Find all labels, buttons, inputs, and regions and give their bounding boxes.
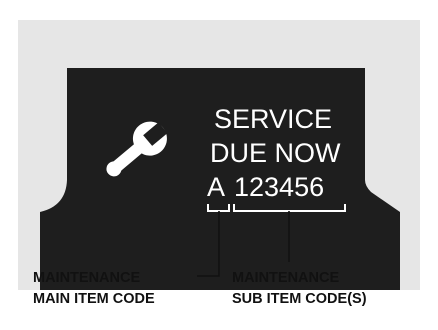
display-service-text: SERVICE (214, 104, 332, 134)
maintenance-display-diagram: SERVICE DUE NOW A 123456 MAINTENANCE MAI… (18, 20, 420, 307)
sub-item-codes: 123456 (234, 172, 324, 202)
display-due-now-text: DUE NOW (210, 138, 341, 168)
main-item-code: A (207, 172, 225, 202)
main-callout-line2: MAIN ITEM CODE (33, 291, 155, 307)
sub-callout-line1: MAINTENANCE (232, 270, 339, 286)
main-callout-line1: MAINTENANCE (33, 270, 140, 286)
sub-callout-line2: SUB ITEM CODE(S) (232, 291, 367, 307)
